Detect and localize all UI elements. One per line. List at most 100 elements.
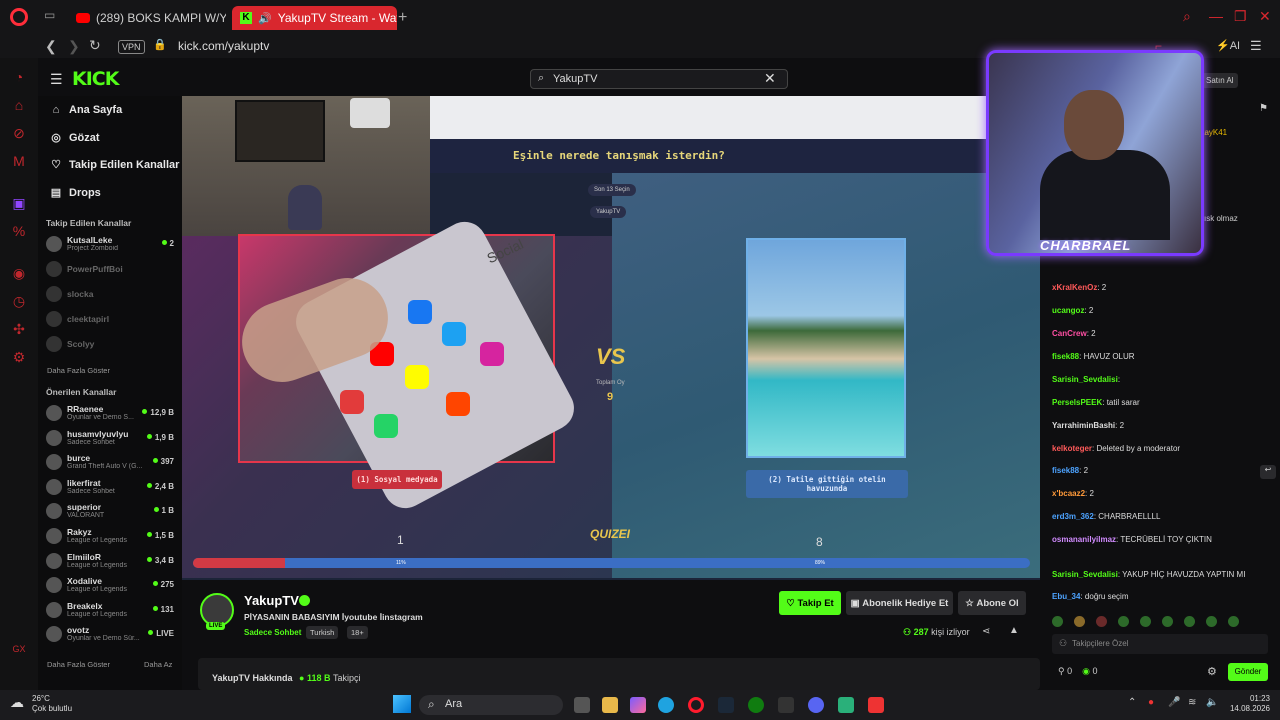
follow-button[interactable]: ♡ Takip Et <box>779 591 841 615</box>
kick-logo[interactable]: KICK <box>72 68 119 90</box>
blocked-icon[interactable]: ⊘ <box>11 125 27 141</box>
send-button[interactable]: Gönder <box>1228 663 1268 681</box>
reload-icon[interactable]: ↻ <box>89 37 101 54</box>
nav-browse[interactable]: ◎ Gözat <box>50 131 99 145</box>
recommended-channel[interactable]: RRaenee Oyunlar ve Demo S... 12,9 B <box>46 403 176 425</box>
subscribe-button[interactable]: ☆ Abone Ol <box>958 591 1026 615</box>
chat-username[interactable]: YarrahiminBashi <box>1052 421 1115 430</box>
file-explorer-icon[interactable] <box>602 697 618 713</box>
chat-username[interactable]: kelkoteger <box>1052 444 1092 453</box>
chat-message[interactable]: Sarisin_Sevdalisi: <box>1052 375 1120 384</box>
recommended-channel[interactable]: Rakyz League of Legends 1,5 B <box>46 526 176 548</box>
chat-username[interactable]: Sarisin_Sevdalisi <box>1052 375 1118 384</box>
points-display[interactable]: ⚲ 0 ◉ 0 <box>1058 666 1098 677</box>
wifi-icon[interactable]: ≋ <box>1188 697 1196 708</box>
chat-username[interactable]: CanCrew <box>1052 329 1087 338</box>
tag-language[interactable]: Turkish <box>306 626 339 639</box>
tray-chevron-icon[interactable]: ⌃ <box>1128 697 1136 708</box>
chat-message[interactable]: CanCrew: 2 <box>1052 329 1096 338</box>
epic-games-icon[interactable] <box>778 697 794 713</box>
player-icon[interactable]: ◉ <box>11 265 27 281</box>
url-field[interactable]: kick.com/yakuptv <box>178 39 269 53</box>
recommended-channel[interactable]: ovotz Oyunlar ve Demo Sür... LIVE <box>46 624 176 646</box>
copilot-icon[interactable] <box>630 697 646 713</box>
settings-icon[interactable]: ⚙ <box>11 349 27 365</box>
report-icon[interactable]: ▲ <box>1009 625 1019 636</box>
chat-message[interactable]: fisek88: HAVUZ OLUR <box>1052 352 1135 361</box>
followed-channel[interactable]: Scolyy <box>46 334 176 356</box>
opera-gx-icon[interactable] <box>688 697 704 713</box>
history-icon[interactable]: ◷ <box>11 293 27 309</box>
weather-widget[interactable]: 26°C Çok bulutlu <box>32 694 72 714</box>
tab-youtube[interactable]: (289) BOKS KAMPI W/YAK <box>68 6 226 30</box>
workspace-icon[interactable]: ⌂ <box>11 97 27 113</box>
xbox-icon[interactable] <box>748 697 764 713</box>
steam-icon[interactable] <box>718 697 734 713</box>
extensions-icon[interactable]: ✣ <box>11 321 27 337</box>
minimize-icon[interactable]: — <box>1209 8 1223 24</box>
chat-message[interactable]: Ebu_34: doğru seçim <box>1052 592 1129 601</box>
gx-icon[interactable]: GX <box>11 641 27 657</box>
lock-icon[interactable]: 🔒 <box>153 38 167 51</box>
recommended-channel[interactable]: Breakelx League of Legends 131 <box>46 600 176 622</box>
forward-icon[interactable]: ❯ <box>68 38 80 55</box>
chat-username[interactable]: x'bcaaz2 <box>1052 489 1085 498</box>
gmail-icon[interactable]: M <box>11 153 27 169</box>
recommended-channel[interactable]: Xodalive League of Legends 275 <box>46 575 176 597</box>
chat-username[interactable]: PerselsPEEK <box>1052 398 1102 407</box>
windows-start-icon[interactable] <box>393 695 411 713</box>
emote-bar[interactable] <box>1052 614 1272 628</box>
close-window-icon[interactable]: ✕ <box>1259 8 1271 25</box>
show-more-followed[interactable]: Daha Fazla Göster <box>47 366 110 375</box>
streamer-name[interactable]: YakupTV <box>244 593 299 608</box>
buy-button[interactable]: Satın Al <box>1202 73 1238 88</box>
volume-icon[interactable]: 🔈 <box>1206 697 1218 708</box>
recommended-channel[interactable]: ElmiiloR League of Legends 3,4 B <box>46 551 176 573</box>
discord-icon[interactable] <box>808 697 824 713</box>
tag-age[interactable]: 18+ <box>347 626 368 639</box>
recommended-channel[interactable]: likerfirat Sadece Sohbet 2,4 B <box>46 477 176 499</box>
chat-username[interactable]: fisek88 <box>1052 466 1079 475</box>
tab-kick[interactable]: K 🔊 YakupTV Stream - Watc <box>232 6 397 30</box>
chat-username[interactable]: fisek88 <box>1052 352 1079 361</box>
chat-message[interactable]: osmananilyilmaz: TECRÜBELİ TOY ÇIKTIN <box>1052 535 1212 544</box>
chat-message[interactable]: erd3m_362: CHARBRAELLLL <box>1052 512 1161 521</box>
chat-message[interactable]: PerselsPEEK: tatil sarar <box>1052 398 1140 407</box>
share-icon[interactable]: ⋖ <box>982 626 990 637</box>
media-app-icon[interactable] <box>868 697 884 713</box>
search-tabs-icon[interactable]: ⌕ <box>1183 8 1191 25</box>
chat-message[interactable]: xKralKenOz: 2 <box>1052 283 1106 292</box>
speed-dial-icon[interactable]: ◔ <box>11 69 27 85</box>
chat-username[interactable]: xKralKenOz <box>1052 283 1097 292</box>
chat-message[interactable]: fisek88: 2 <box>1052 466 1088 475</box>
chat-settings-icon[interactable]: ⚑ <box>1259 103 1268 114</box>
new-tab-button[interactable]: + <box>398 9 407 27</box>
stream-category[interactable]: Sadece Sohbet <box>244 628 301 637</box>
recommended-channel[interactable]: superior VALORANT 1 B <box>46 501 176 523</box>
menu-icon[interactable]: ☰ <box>1250 38 1262 54</box>
edge-icon[interactable] <box>658 697 674 713</box>
clock[interactable]: 01:23 14.08.2026 <box>1222 694 1270 714</box>
recommended-channel[interactable]: burce Grand Theft Auto V (G... 397 <box>46 452 176 474</box>
chat-message[interactable]: kelkoteger: Deleted by a moderator <box>1052 444 1180 453</box>
tab-manager-icon[interactable]: ▭ <box>44 8 55 22</box>
percent-icon[interactable]: % <box>11 223 27 239</box>
back-icon[interactable]: ❮ <box>45 38 57 55</box>
task-view-icon[interactable] <box>574 697 590 713</box>
search-input[interactable]: YakupTV <box>530 69 788 89</box>
vpn-badge[interactable]: VPN <box>118 40 145 54</box>
followed-channel[interactable]: PowerPuffBoi <box>46 259 176 281</box>
nav-drops[interactable]: ▤ Drops <box>50 186 101 200</box>
clear-search-icon[interactable]: ✕ <box>764 70 776 87</box>
show-more-recommended[interactable]: Daha Fazla Göster <box>47 660 110 669</box>
maximize-icon[interactable]: ❐ <box>1234 8 1247 25</box>
twitch-icon[interactable]: ▣ <box>11 195 27 211</box>
chat-username[interactable]: Sarisin_Sevdalisi <box>1052 570 1118 579</box>
tray-app-icon[interactable]: ● <box>1148 697 1154 708</box>
gift-sub-button[interactable]: ▣ Abonelik Hediye Et <box>846 591 953 615</box>
show-less[interactable]: Daha Az <box>144 660 172 669</box>
chat-message[interactable]: ucangoz: 2 <box>1052 306 1093 315</box>
chat-username[interactable]: ucangoz <box>1052 306 1084 315</box>
chat-username[interactable]: erd3m_362 <box>1052 512 1094 521</box>
reply-icon[interactable]: ↩ <box>1260 465 1276 479</box>
